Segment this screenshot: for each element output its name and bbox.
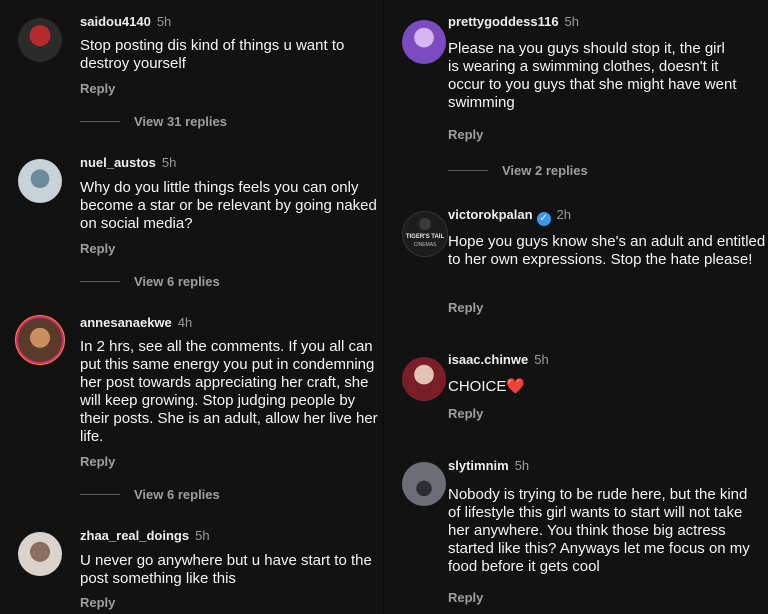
comment-text-line: Please na you guys should stop it, the g…	[448, 40, 725, 57]
comment-time: 5h	[195, 528, 210, 543]
comment-text-line: Nobody is trying to be rude here, but th…	[448, 486, 748, 503]
comment-text-value: CHOICE	[448, 378, 507, 395]
avatar[interactable]	[402, 357, 446, 401]
comment-username[interactable]: annesanaekwe	[80, 315, 172, 330]
divider-line	[80, 121, 120, 122]
comment-username[interactable]: slytimnim	[448, 458, 509, 473]
view-replies-button[interactable]: View 2 replies	[448, 163, 588, 178]
comment-time: 2h	[556, 207, 571, 222]
reply-button[interactable]: Reply	[448, 127, 483, 142]
comment-meta: saidou4140 5h	[80, 14, 171, 29]
view-replies-button[interactable]: View 6 replies	[80, 274, 220, 289]
view-replies-button[interactable]: View 6 replies	[80, 487, 220, 502]
comment-text: Nobody is trying to be rude here, but th…	[448, 486, 768, 576]
comment-meta: prettygoddess116 5h	[448, 14, 579, 29]
comment-username[interactable]: nuel_austos	[80, 155, 156, 170]
logo-text-bottom: CINEMAS	[414, 242, 437, 248]
comment-text-line: her anywhere. You think those big actres…	[448, 522, 726, 539]
comment-username[interactable]: saidou4140	[80, 14, 151, 29]
comment-time: 5h	[161, 155, 177, 170]
divider-line	[80, 494, 120, 495]
avatar[interactable]	[402, 462, 446, 506]
reply-button[interactable]: Reply	[80, 81, 115, 96]
reply-button[interactable]: Reply	[448, 300, 483, 315]
heart-emoji-icon: ❤️	[506, 378, 526, 395]
comment-text: Stop posting dis kind of things u want t…	[80, 37, 345, 72]
comment-time: 5h	[534, 352, 549, 367]
view-replies-label: View 2 replies	[502, 163, 588, 178]
comment-meta: annesanaekwe 4h	[80, 315, 192, 330]
logo-graphic: TIGER'S TAIL CINEMAS	[406, 218, 445, 248]
comment-text-line: swimming	[448, 94, 515, 111]
avatar[interactable]	[18, 532, 62, 576]
comment-text: Please na you guys should stop it, the g…	[448, 40, 768, 112]
view-replies-label: View 31 replies	[134, 114, 227, 129]
comment-meta: victorokpalan ✓ 2h	[448, 207, 571, 226]
reply-button[interactable]: Reply	[80, 241, 115, 256]
comment-time: 4h	[177, 315, 193, 330]
comment-text: Why do you little things feels you can o…	[80, 179, 377, 232]
view-replies-label: View 6 replies	[134, 274, 220, 289]
comment-meta: slytimnim 5h	[448, 458, 529, 473]
verified-badge-icon: ✓	[536, 212, 551, 226]
comments-column-right: prettygoddess116 5h Please na you guys sh…	[384, 0, 768, 614]
avatar[interactable]	[18, 159, 62, 203]
comment-text-line: of lifestyle this girl wants to start wi…	[448, 504, 743, 521]
avatar[interactable]	[402, 20, 446, 64]
comment-meta: isaac.chinwe 5h	[448, 352, 549, 367]
comment-username[interactable]: isaac.chinwe	[448, 352, 528, 367]
comments-column-left: saidou4140 5h Stop posting dis kind of th…	[0, 0, 384, 614]
comment-time: 5h	[156, 14, 172, 29]
reply-button[interactable]: Reply	[80, 595, 115, 610]
comment-meta: nuel_austos 5h	[80, 155, 176, 170]
avatar[interactable]	[18, 18, 62, 62]
comment-username[interactable]: victorokpalan	[448, 207, 533, 222]
comment-time: 5h	[564, 14, 580, 29]
view-replies-button[interactable]: View 31 replies	[80, 114, 227, 129]
reply-button[interactable]: Reply	[80, 454, 115, 469]
comment-time: 5h	[514, 458, 530, 473]
reply-button[interactable]: Reply	[448, 590, 483, 605]
comment-text-line: started like this? Anyways let me focus …	[448, 540, 750, 557]
comment-meta: zhaa_real_doings 5h	[80, 528, 210, 543]
tigers-tail-cinemas-logo-icon[interactable]: TIGER'S TAIL CINEMAS	[402, 211, 448, 257]
comment-username[interactable]: prettygoddess116	[448, 14, 559, 29]
comment-text: CHOICE❤️	[448, 378, 766, 396]
comment-text-line: is wearing a swimming clothes, doesn't i…	[448, 58, 719, 75]
reply-button[interactable]: Reply	[448, 406, 483, 421]
divider-line	[448, 170, 488, 171]
comment-username[interactable]: zhaa_real_doings	[80, 528, 189, 543]
comment-text: Hope you guys know she's an adult and en…	[448, 233, 766, 268]
avatar[interactable]	[18, 318, 62, 362]
divider-line	[80, 281, 120, 282]
logo-text-top: TIGER'S TAIL	[406, 234, 445, 240]
view-replies-label: View 6 replies	[134, 487, 220, 502]
comment-text-line: food before it gets cool	[448, 558, 600, 575]
comment-text-line: occur to you guys that she might have we…	[448, 76, 737, 93]
comment-text: U never go anywhere but u have start to …	[80, 552, 372, 587]
comment-text: In 2 hrs, see all the comments. If you a…	[80, 338, 378, 445]
